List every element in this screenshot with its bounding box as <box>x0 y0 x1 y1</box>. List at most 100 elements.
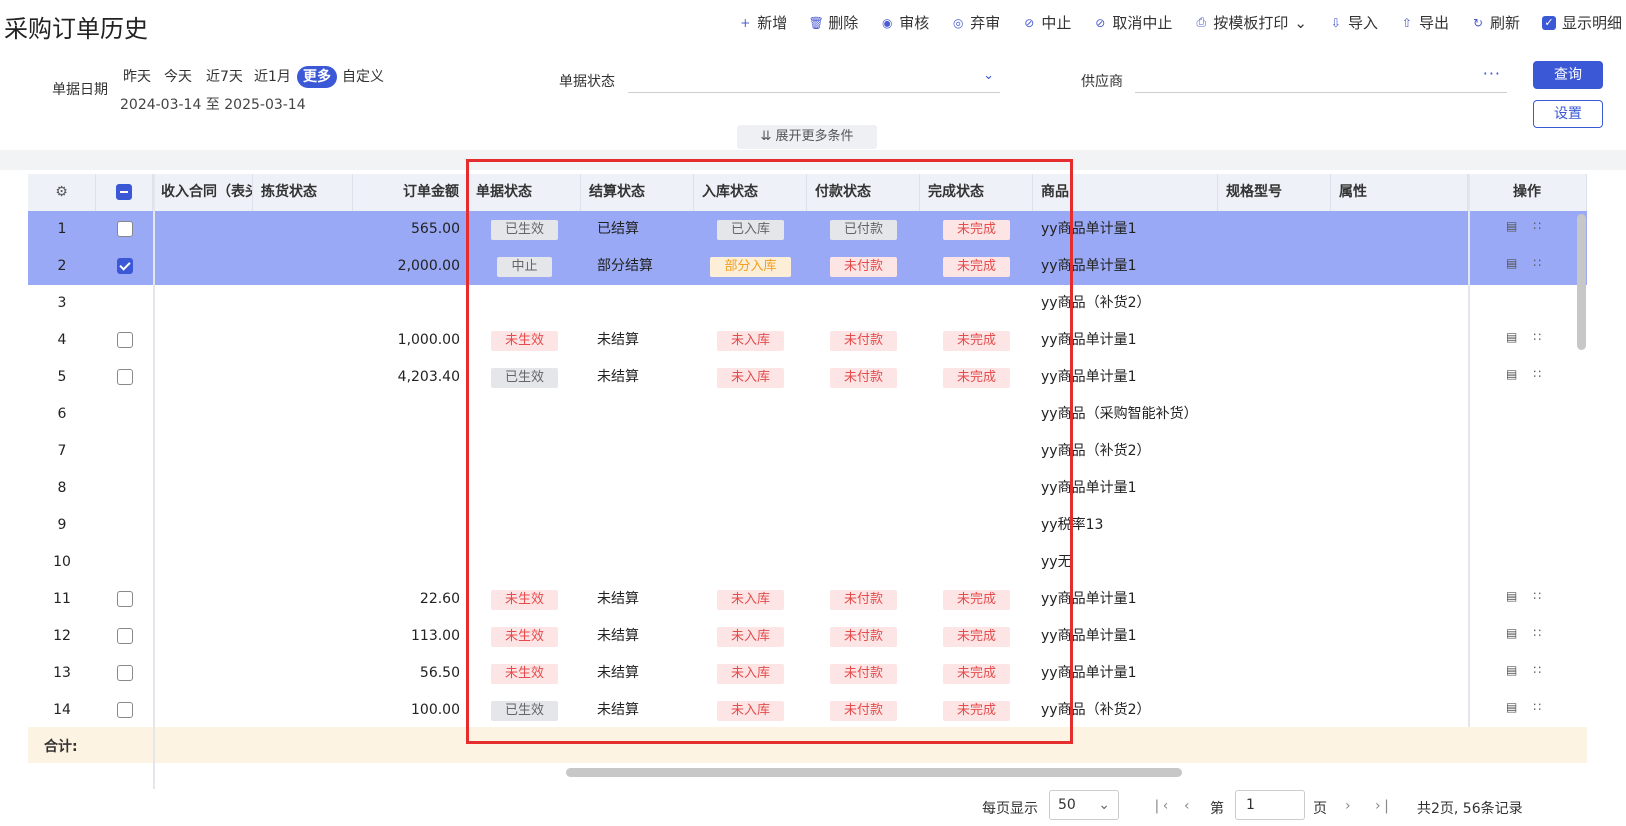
date-chip[interactable]: 自定义 <box>338 66 388 88</box>
table-row[interactable]: 12 113.00 未生效 未结算 未入库 未付款 未完成 yy商品单计量1 ▤ ∷ <box>28 618 1587 656</box>
row-checkbox[interactable] <box>116 369 133 385</box>
view-detail-icon[interactable]: ▤ <box>1506 663 1517 677</box>
payment-status-cell <box>807 470 920 507</box>
plus-button[interactable]: + 新增 <box>738 12 787 33</box>
select-all-header[interactable] <box>96 174 153 211</box>
table-row[interactable]: 11 22.60 未生效 未结算 未入库 未付款 未完成 yy商品单计量1 ▤ ∷ <box>28 581 1587 619</box>
more-actions-icon[interactable]: ∷ <box>1533 256 1541 270</box>
completion-status-tag: 未完成 <box>942 627 1010 647</box>
more-actions-icon[interactable]: ∷ <box>1533 589 1541 603</box>
last-page-icon[interactable]: ›❘ <box>1375 798 1392 814</box>
more-actions-icon[interactable]: ∷ <box>1533 663 1541 677</box>
date-chip[interactable]: 更多 <box>297 66 337 88</box>
date-chip[interactable]: 近7天 <box>202 66 247 88</box>
show-detail-toggle[interactable]: ✓ 显示明细 <box>1541 12 1622 33</box>
column-header[interactable]: 单据状态 <box>468 174 581 211</box>
per-page-select[interactable]: 50 ⌄ <box>1049 790 1119 820</box>
date-chip[interactable]: 今天 <box>160 66 196 88</box>
more-actions-icon[interactable]: ∷ <box>1533 367 1541 381</box>
date-range-value[interactable]: 2024-03-14 至 2025-03-14 <box>120 94 306 114</box>
table-row[interactable]: 8 yy商品单计量1 <box>28 470 1587 508</box>
trash-button[interactable]: 🗑 删除 <box>809 12 859 33</box>
row-checkbox-cell <box>96 322 153 359</box>
payment-status-cell <box>807 507 920 544</box>
row-number: 4 <box>57 332 67 348</box>
column-header[interactable]: 拣货状态 <box>253 174 353 211</box>
cancel-stop-button[interactable]: ⊘ 取消中止 <box>1093 12 1172 33</box>
gear-icon[interactable]: ⚙ <box>36 174 87 211</box>
row-number: 12 <box>53 628 71 644</box>
completion-status-tag: 未完成 <box>942 590 1010 610</box>
column-header[interactable]: 付款状态 <box>807 174 920 211</box>
date-chip[interactable]: 近1月 <box>250 66 295 88</box>
view-detail-icon[interactable]: ▤ <box>1506 589 1517 603</box>
view-detail-icon[interactable]: ▤ <box>1506 256 1517 270</box>
view-detail-icon[interactable]: ▤ <box>1506 700 1517 714</box>
import-button[interactable]: ⇩ 导入 <box>1329 12 1378 33</box>
expand-conditions-button[interactable]: ⇊ 展开更多条件 <box>737 125 877 149</box>
prev-page-icon[interactable]: ‹ <box>1184 798 1190 814</box>
export-button[interactable]: ⇧ 导出 <box>1400 12 1449 33</box>
row-checkbox[interactable] <box>116 628 133 644</box>
date-chip[interactable]: 昨天 <box>119 66 155 88</box>
print-button[interactable]: ⎙ 按模板打印 ⌄ <box>1194 12 1307 33</box>
column-header[interactable]: 订单金额 <box>353 174 468 211</box>
settings-button[interactable]: 设置 <box>1533 100 1603 128</box>
column-header[interactable]: 规格型号 <box>1218 174 1331 211</box>
column-header[interactable]: 入库状态 <box>694 174 807 211</box>
refresh-button[interactable]: ↻ 刷新 <box>1471 12 1520 33</box>
query-button[interactable]: 查询 <box>1533 61 1603 89</box>
view-detail-icon[interactable]: ▤ <box>1506 626 1517 640</box>
column-header[interactable]: 操作 <box>1468 174 1587 211</box>
row-checkbox[interactable] <box>116 332 133 348</box>
more-actions-icon[interactable]: ∷ <box>1533 700 1541 714</box>
column-header[interactable]: 属性 <box>1331 174 1468 211</box>
select-all-checkbox[interactable] <box>116 184 132 200</box>
first-page-icon[interactable]: ❘‹ <box>1151 798 1168 814</box>
column-header[interactable]: 完成状态 <box>920 174 1033 211</box>
vertical-scrollbar[interactable] <box>1577 214 1586 350</box>
page-number-input[interactable]: 1 <box>1235 790 1305 820</box>
table-row[interactable]: 2 2,000.00 中止 部分结算 部分入库 未付款 未完成 yy商品单计量1 ▤ ∷ <box>28 248 1587 286</box>
payment-status-tag: 未付款 <box>829 664 897 684</box>
table-row[interactable]: 9 yy税率13 <box>28 507 1587 545</box>
table-row[interactable]: 14 100.00 已生效 未结算 未入库 未付款 未完成 yy商品（补货2） ▤ ∷ <box>28 692 1587 730</box>
row-checkbox[interactable] <box>116 258 133 274</box>
table-row[interactable]: 1 565.00 已生效 已结算 已入库 已付款 未完成 yy商品单计量1 ▤ ∷ <box>28 211 1587 249</box>
next-page-icon[interactable]: › <box>1345 798 1351 814</box>
view-detail-icon[interactable]: ▤ <box>1506 219 1517 233</box>
view-detail-icon[interactable]: ▤ <box>1506 367 1517 381</box>
row-checkbox[interactable] <box>116 665 133 681</box>
order-amount <box>353 396 468 433</box>
row-checkbox[interactable] <box>116 221 133 237</box>
column-header[interactable]: 结算状态 <box>581 174 694 211</box>
table-row[interactable]: 10 yy无 <box>28 544 1587 582</box>
doc-status-cell: 未生效 <box>468 618 581 655</box>
supplier-select[interactable]: ··· <box>1135 64 1507 93</box>
status-select[interactable]: ⌄ <box>628 66 1000 93</box>
row-checkbox[interactable] <box>116 591 133 607</box>
row-checkbox-cell <box>96 507 153 544</box>
more-dots-icon[interactable]: ··· <box>1483 64 1501 83</box>
column-header[interactable]: 商品 <box>1033 174 1218 211</box>
horizontal-scrollbar[interactable] <box>566 768 1182 777</box>
table-row[interactable]: 6 yy商品（采购智能补货） <box>28 396 1587 434</box>
payment-status-cell <box>807 433 920 470</box>
table-row[interactable]: 13 56.50 未生效 未结算 未入库 未付款 未完成 yy商品单计量1 ▤ ∷ <box>28 655 1587 693</box>
toolbar-label: 按模板打印 <box>1213 14 1289 32</box>
stop-button[interactable]: ⊘ 中止 <box>1022 12 1071 33</box>
table-row[interactable]: 7 yy商品（补货2） <box>28 433 1587 471</box>
table-row[interactable]: 5 4,203.40 已生效 未结算 未入库 未付款 未完成 yy商品单计量1 ▤ ∷ <box>28 359 1587 397</box>
more-actions-icon[interactable]: ∷ <box>1533 219 1541 233</box>
column-settings-header[interactable]: ⚙ <box>28 174 96 211</box>
table-row[interactable]: 3 yy商品（补货2） <box>28 285 1587 323</box>
approve-button[interactable]: ◉ 审核 <box>880 12 929 33</box>
table-row[interactable]: 4 1,000.00 未生效 未结算 未入库 未付款 未完成 yy商品单计量1 ▤ ∷ <box>28 322 1587 360</box>
more-actions-icon[interactable]: ∷ <box>1533 330 1541 344</box>
column-header[interactable]: 收入合同（表头） <box>153 174 253 211</box>
unapprove-button[interactable]: ◎ 弃审 <box>951 12 1000 33</box>
row-checkbox[interactable] <box>116 702 133 718</box>
more-actions-icon[interactable]: ∷ <box>1533 626 1541 640</box>
row-number: 5 <box>57 369 67 385</box>
view-detail-icon[interactable]: ▤ <box>1506 330 1517 344</box>
